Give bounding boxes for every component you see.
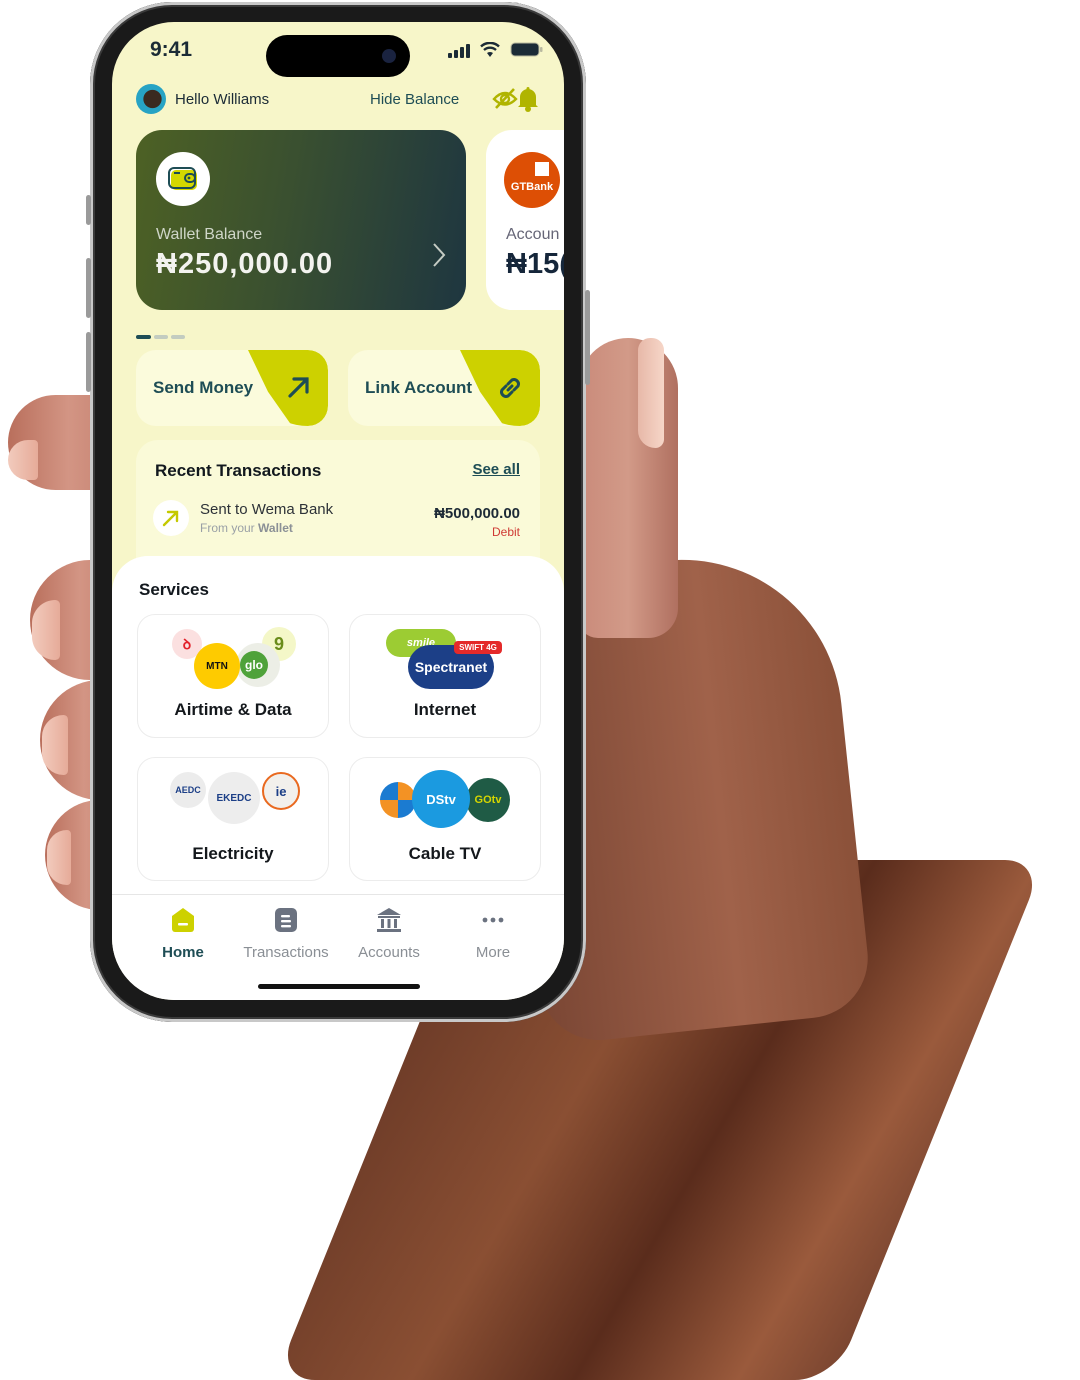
service-airtime-data[interactable]: ꝺ 9 glo MTN Airtime & Data (137, 614, 329, 738)
home-indicator[interactable] (258, 984, 420, 989)
transaction-icon-badge (153, 500, 189, 536)
ekedc-logo: EKEDC (208, 772, 260, 824)
gotv-logo: GOtv (466, 778, 510, 822)
camera-icon (382, 49, 396, 63)
hide-balance-link[interactable]: Hide Balance (370, 91, 459, 108)
carousel-indicator (136, 326, 188, 344)
phone-volume-down (86, 332, 91, 392)
swift-logo: SWIFT 4G (454, 641, 502, 654)
battery-icon (510, 42, 543, 57)
service-internet[interactable]: smile Spectranet SWIFT 4G Internet (349, 614, 541, 738)
ie-logo: ie (262, 772, 300, 810)
home-icon (172, 908, 194, 932)
transaction-title: Sent to Wema Bank (200, 501, 334, 518)
transaction-source-prefix: From your (200, 521, 255, 535)
app-screen: 9:41 Hello Williams Hide Balance Wallet … (112, 22, 564, 1000)
arrow-up-right-icon (288, 377, 309, 398)
mtn-logo: MTN (194, 643, 240, 689)
service-label: Internet (413, 700, 477, 719)
recent-transactions-title: Recent Transactions (155, 461, 322, 480)
finger-nail (42, 715, 68, 775)
carousel-dot-active[interactable] (136, 335, 151, 339)
tab-label: More (475, 944, 511, 961)
chevron-right-icon[interactable] (432, 242, 446, 268)
wallet-balance-label: Wallet Balance (156, 226, 263, 243)
finger-nail (32, 600, 60, 660)
gtbank-logo-text: GTBank (510, 181, 554, 193)
finger-nail (47, 830, 71, 885)
service-label: Electricity (192, 844, 274, 863)
carousel-dot[interactable] (171, 335, 185, 339)
wallet-icon (168, 167, 197, 190)
phone-side-button (86, 195, 91, 225)
phone-volume-up (86, 258, 91, 318)
wallet-icon-badge (156, 152, 210, 206)
tab-label: Accounts (358, 944, 420, 961)
bank-account-card[interactable]: GTBank Accoun ₦15( (486, 130, 564, 310)
eye-off-icon[interactable] (492, 86, 518, 110)
transaction-amount: ₦500,000.00 (434, 505, 520, 522)
phone-power-button (585, 290, 590, 385)
wallet-balance-amount: ₦250,000.00 (156, 248, 334, 280)
thumb-nail (638, 338, 664, 448)
see-all-link[interactable]: See all (472, 461, 520, 478)
service-label: Airtime & Data (174, 700, 292, 719)
send-money-button[interactable]: Send Money (136, 350, 328, 426)
tab-label: Transactions (243, 944, 329, 961)
link-account-label: Link Account (365, 378, 473, 397)
send-money-label: Send Money (153, 378, 254, 397)
tab-home[interactable]: Home (128, 907, 238, 961)
signal-icon (448, 44, 470, 58)
dstv-logo: DStv (412, 770, 470, 828)
account-balance-amount: ₦15( (506, 248, 564, 280)
avatar[interactable] (136, 84, 166, 114)
link-account-button[interactable]: Link Account (348, 350, 540, 426)
services-panel: Services ꝺ 9 glo MTN Airtime & Data smil… (112, 556, 564, 916)
tab-transactions[interactable]: Transactions (231, 907, 341, 961)
status-bar: 9:41 (112, 22, 564, 82)
dynamic-island (266, 35, 410, 77)
gtbank-logo: GTBank (504, 152, 560, 208)
wifi-icon (480, 42, 500, 57)
bell-icon[interactable] (516, 86, 540, 112)
header-row: Hello Williams Hide Balance (136, 84, 540, 116)
status-time: 9:41 (150, 38, 193, 61)
transaction-source: From your Wallet (200, 521, 293, 535)
services-title: Services (139, 580, 209, 599)
transaction-type: Debit (491, 525, 520, 539)
tab-more[interactable]: More (438, 907, 548, 961)
carousel-dot[interactable] (154, 335, 168, 339)
service-electricity[interactable]: AEDC ie EKEDC Electricity (137, 757, 329, 881)
account-balance-label: Accoun (506, 226, 560, 243)
arrow-up-right-icon (162, 510, 179, 527)
glo-logo: glo (240, 651, 268, 679)
finger-nail (8, 440, 38, 480)
more-icon (482, 917, 504, 923)
tab-accounts[interactable]: Accounts (334, 907, 444, 961)
document-icon (275, 908, 297, 932)
greeting-text: Hello Williams (175, 91, 270, 108)
wallet-balance-card[interactable]: Wallet Balance ₦250,000.00 (136, 130, 466, 310)
startimes-logo (380, 782, 416, 818)
gtbank-logo-square (535, 162, 549, 176)
service-label: Cable TV (408, 844, 482, 863)
bank-icon (377, 908, 401, 932)
link-icon (500, 378, 520, 398)
service-cable-tv[interactable]: GOtv DStv Cable TV (349, 757, 541, 881)
transaction-source-name: Wallet (258, 521, 293, 535)
tab-label: Home (162, 944, 204, 961)
aedc-logo: AEDC (170, 772, 206, 808)
